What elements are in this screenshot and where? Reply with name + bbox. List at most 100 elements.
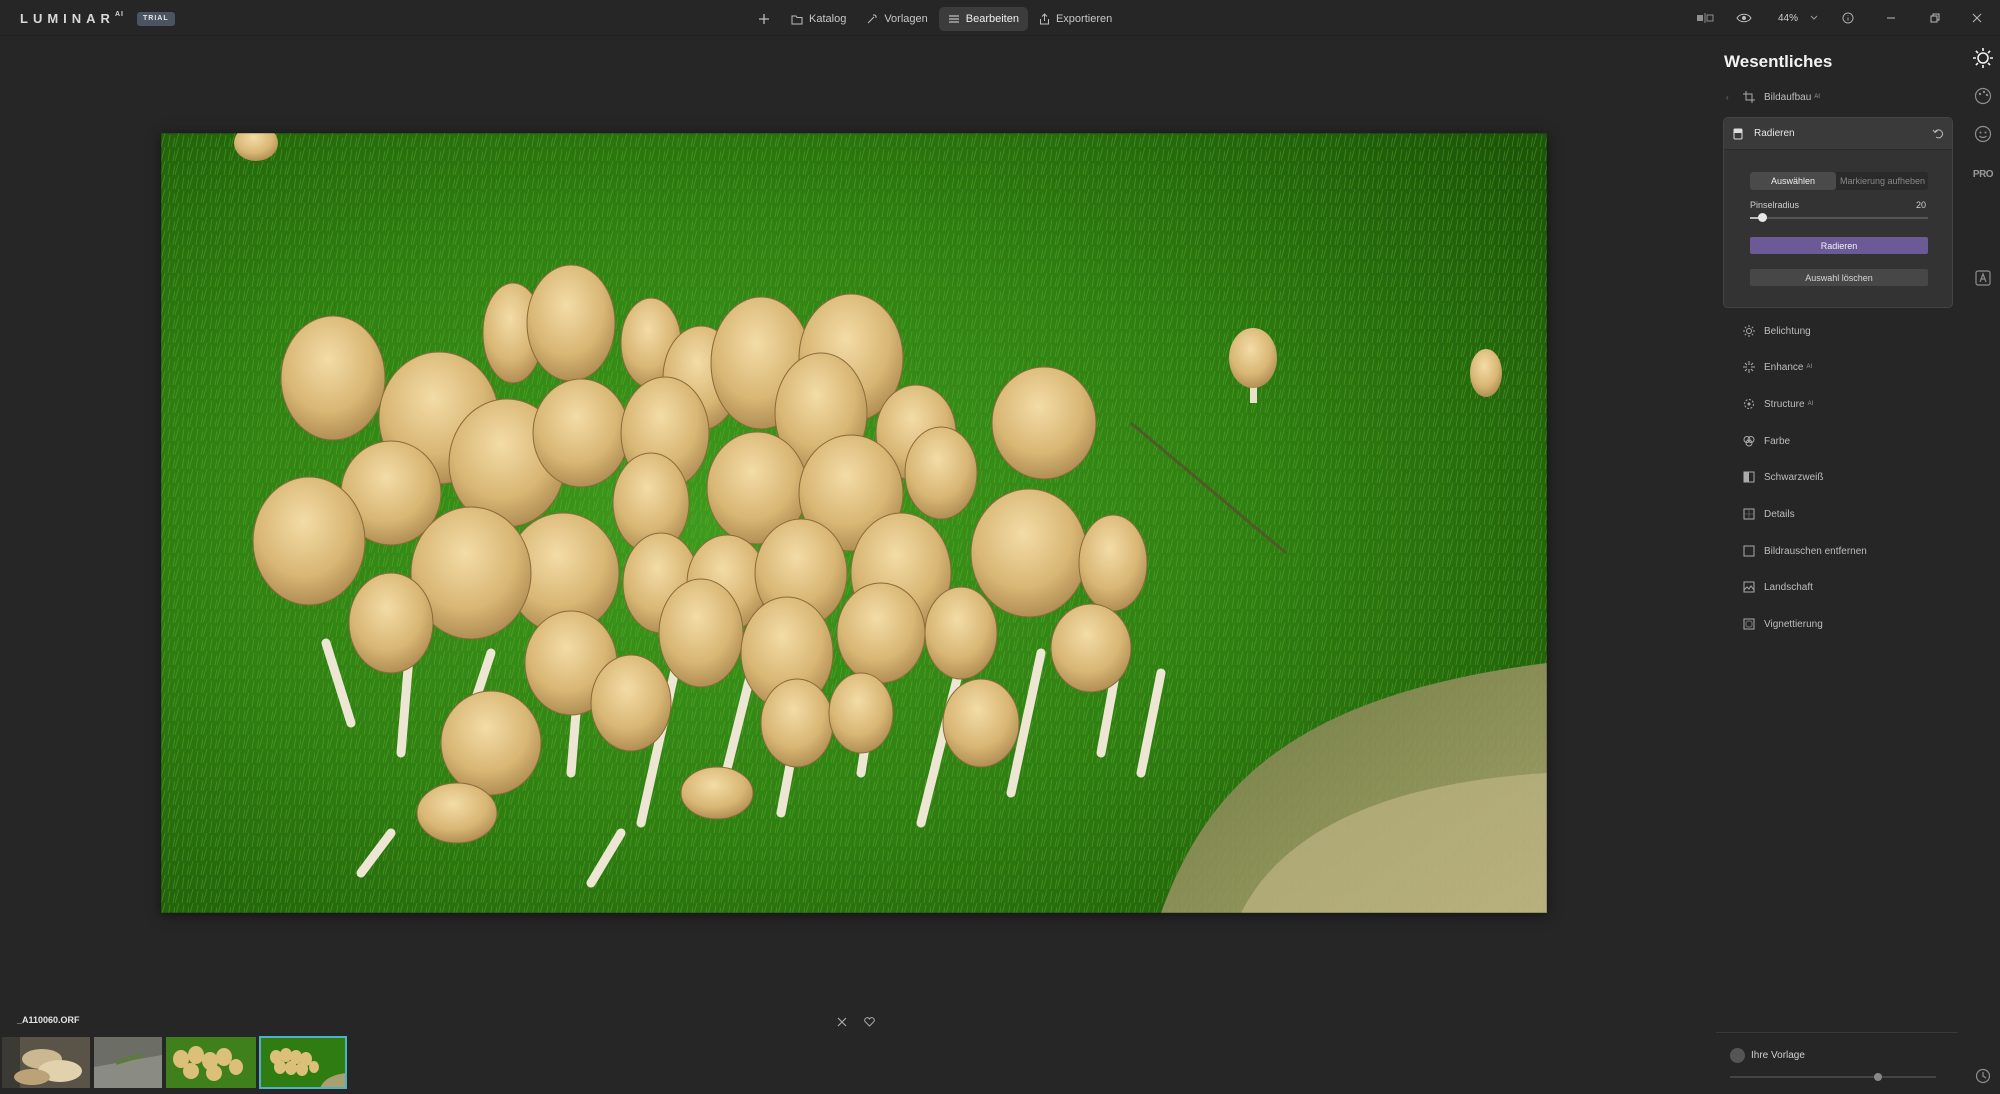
pro-label: PRO	[1972, 168, 1994, 180]
restore-icon	[1930, 13, 1940, 23]
essentials-tab[interactable]	[1966, 44, 2000, 72]
tool-belichtung[interactable]: Belichtung	[1724, 318, 1956, 344]
edit-panel: Wesentliches ‹ Bildaufbau AI Radieren Aus…	[1712, 36, 1970, 1094]
tool-bildrauschen[interactable]: Bildrauschen entfernen	[1724, 538, 1956, 564]
nav-bearbeiten[interactable]: Bearbeiten	[938, 7, 1028, 31]
top-right-tools: 44%	[1688, 0, 2000, 36]
mode-select-button[interactable]: Auswählen	[1750, 172, 1836, 190]
radieren-header[interactable]: Radieren	[1724, 118, 1952, 150]
sparkle-icon	[1742, 360, 1756, 374]
chevron-left-icon: ‹	[1726, 92, 1729, 102]
mode-unmark-button[interactable]: Markierung aufheben	[1836, 172, 1928, 190]
nav-katalog[interactable]: Katalog	[782, 7, 855, 31]
info-icon	[1842, 12, 1854, 24]
tool-details-label: Details	[1764, 508, 1795, 520]
undo-button[interactable]	[1932, 127, 1944, 142]
ai-badge: AI	[1814, 94, 1820, 100]
folder-icon	[791, 15, 803, 24]
file-name: _A110060.ORF	[17, 1015, 80, 1025]
palette-icon	[1974, 87, 1992, 105]
plus-icon	[759, 14, 769, 24]
share-icon	[1039, 13, 1049, 25]
undo-icon	[1932, 129, 1943, 139]
tool-schwarzweiss-label: Schwarzweiß	[1764, 471, 1824, 483]
tool-schwarzweiss[interactable]: Schwarzweiß	[1724, 464, 1956, 490]
tool-enhance-label: Enhance	[1764, 361, 1804, 373]
eraser-icon	[1732, 127, 1746, 141]
tool-vignettierung[interactable]: Vignettierung	[1724, 611, 1956, 637]
tool-enhance[interactable]: Enhance AI	[1724, 354, 1956, 380]
trial-badge: TRIAL	[137, 12, 175, 26]
panel-title: Wesentliches	[1724, 52, 1833, 71]
compare-button[interactable]	[1688, 0, 1722, 36]
bw-icon	[1742, 470, 1756, 484]
palette-icon	[1742, 434, 1756, 448]
pro-tab[interactable]: PRO	[1966, 160, 2000, 188]
minimize-icon	[1887, 17, 1895, 19]
brush-radius-slider[interactable]	[1750, 213, 1928, 222]
radieren-card: Radieren Auswählen Markierung aufheben P…	[1723, 117, 1953, 308]
nav-exportieren[interactable]: Exportieren	[1030, 7, 1121, 31]
compare-icon	[1697, 13, 1714, 23]
sliders-icon	[948, 15, 959, 23]
photo-canvas[interactable]	[161, 133, 1547, 913]
nav-vorlagen[interactable]: Vorlagen	[857, 7, 936, 31]
ai-badge: AI	[1807, 401, 1814, 407]
tool-category-strip: PRO	[1966, 36, 2000, 1094]
nav-vorlagen-label: Vorlagen	[884, 13, 928, 25]
add-button[interactable]	[752, 7, 776, 31]
minimize-button[interactable]	[1866, 0, 1916, 36]
preset-label: Ihre Vorlage	[1751, 1050, 1805, 1061]
preset-amount-slider[interactable]	[1730, 1073, 1936, 1081]
filmstrip-thumb-1[interactable]	[2, 1037, 90, 1088]
tool-farbe[interactable]: Farbe	[1724, 428, 1956, 454]
creative-tab[interactable]	[1966, 82, 2000, 110]
mode-segmented-control: Auswählen Markierung aufheben	[1750, 172, 1928, 190]
favorite-button[interactable]	[860, 1014, 878, 1030]
zoom-dropdown[interactable]: 44%	[1766, 0, 1830, 36]
info-button[interactable]	[1830, 0, 1866, 36]
clear-selection-button[interactable]: Auswahl löschen	[1750, 269, 1928, 286]
tool-structure-label: Structure	[1764, 398, 1805, 410]
history-button[interactable]	[1966, 1062, 2000, 1090]
structure-icon	[1742, 397, 1756, 411]
tool-bildaufbau-label: Bildaufbau	[1764, 91, 1812, 103]
magic-wand-icon	[867, 14, 878, 24]
thumb-image	[94, 1037, 162, 1088]
filmstrip-thumb-2[interactable]	[94, 1037, 162, 1088]
filmstrip-thumb-3[interactable]	[166, 1037, 256, 1088]
maximize-button[interactable]	[1916, 0, 1954, 36]
portrait-tab[interactable]	[1966, 120, 2000, 148]
erase-button[interactable]: Radieren	[1750, 237, 1928, 254]
tool-landschaft[interactable]: Landschaft	[1724, 574, 1956, 600]
close-icon	[837, 1017, 847, 1027]
panel-divider	[1716, 1032, 1958, 1033]
tool-bildaufbau[interactable]: ‹ Bildaufbau AI	[1724, 84, 1956, 110]
brush-radius-handle[interactable]	[1758, 213, 1768, 222]
app-logo: LUMINARAI	[20, 11, 124, 26]
preset-amount-handle[interactable]	[1874, 1073, 1883, 1081]
ai-tab[interactable]	[1966, 264, 2000, 292]
filmstrip-thumb-4-active[interactable]	[259, 1036, 347, 1089]
heart-icon	[863, 1017, 875, 1027]
tool-bildrauschen-label: Bildrauschen entfernen	[1764, 545, 1867, 557]
noise-icon	[1742, 544, 1756, 558]
zoom-value: 44%	[1777, 12, 1798, 24]
preview-button[interactable]	[1722, 0, 1766, 36]
clock-icon	[1975, 1068, 1991, 1084]
ai-badge: AI	[1806, 364, 1813, 370]
radieren-title: Radieren	[1754, 128, 1795, 139]
tool-structure[interactable]: Structure AI	[1724, 391, 1956, 417]
landscape-icon	[1742, 580, 1756, 594]
reject-button[interactable]	[833, 1014, 851, 1030]
chevron-down-icon	[1810, 15, 1818, 20]
top-bar: LUMINARAI TRIAL Katalog Vorlagen Bearbei…	[0, 0, 2000, 36]
tool-details[interactable]: Details	[1724, 501, 1956, 527]
thumb-image	[260, 1037, 346, 1088]
preset-row[interactable]: Ihre Vorlage	[1730, 1048, 1805, 1063]
tool-vignettierung-label: Vignettierung	[1764, 618, 1823, 630]
vignette-icon	[1742, 617, 1756, 631]
tool-farbe-label: Farbe	[1764, 435, 1791, 447]
close-button[interactable]	[1954, 0, 2000, 36]
ai-letter-icon	[1975, 270, 1991, 286]
